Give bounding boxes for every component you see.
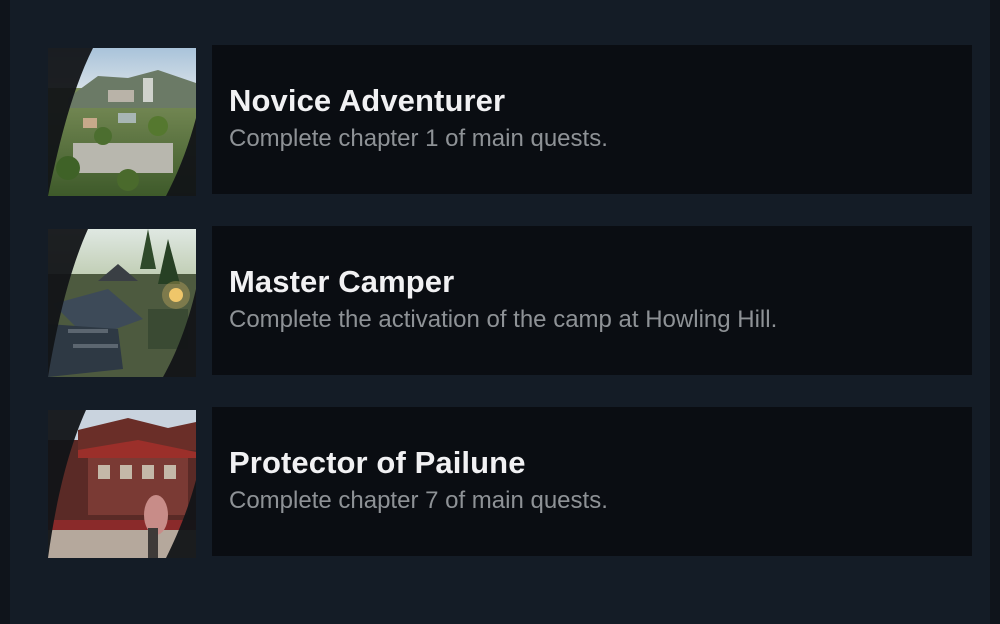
achievement-title: Novice Adventurer [229, 83, 506, 118]
forest-camp-image [48, 229, 196, 377]
red-temple-image [48, 410, 196, 558]
achievement-title: Protector of Pailune [229, 445, 526, 480]
achievement-item[interactable]: Novice Adventurer Complete chapter 1 of … [48, 45, 972, 196]
achievement-card: Master Camper Complete the activation of… [212, 226, 972, 375]
achievements-panel: Novice Adventurer Complete chapter 1 of … [10, 0, 990, 624]
achievement-card: Novice Adventurer Complete chapter 1 of … [212, 45, 972, 194]
achievement-description: Complete chapter 1 of main quests. [229, 125, 608, 152]
achievement-description: Complete the activation of the camp at H… [229, 306, 778, 333]
hilltop-town-image [48, 48, 196, 196]
achievement-description: Complete chapter 7 of main quests. [229, 487, 608, 514]
achievement-item[interactable]: Protector of Pailune Complete chapter 7 … [48, 407, 972, 558]
achievement-item[interactable]: Master Camper Complete the activation of… [48, 226, 972, 377]
achievement-title: Master Camper [229, 264, 455, 299]
achievement-card: Protector of Pailune Complete chapter 7 … [212, 407, 972, 556]
